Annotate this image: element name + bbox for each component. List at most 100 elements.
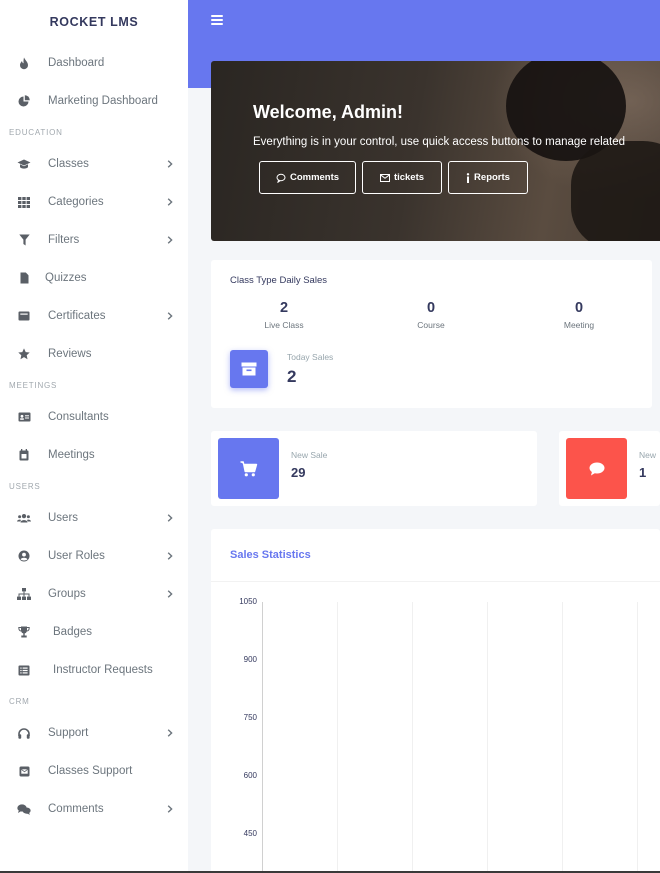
trophy-icon bbox=[17, 625, 31, 639]
welcome-title: Welcome, Admin! bbox=[253, 102, 404, 122]
reports-button[interactable]: Reports bbox=[448, 161, 528, 194]
envelope-icon bbox=[379, 173, 390, 182]
stat-course: 0 Course bbox=[386, 300, 476, 330]
comments-button-label: Comments bbox=[289, 172, 340, 183]
stat-label: Live Class bbox=[264, 320, 304, 330]
sidebar-item-label: Marketing Dashboard bbox=[48, 95, 158, 107]
calendar-icon bbox=[17, 448, 31, 462]
card-divider bbox=[211, 581, 660, 582]
sidebar-item-groups[interactable]: Groups bbox=[0, 575, 188, 613]
users-icon bbox=[17, 511, 31, 525]
comment-icon bbox=[566, 438, 627, 499]
new-comment-label: New bbox=[639, 450, 657, 460]
sidebar-item-label: Support bbox=[48, 727, 89, 739]
stat-label: Meeting bbox=[563, 320, 595, 330]
hero-background-shape bbox=[571, 141, 660, 241]
graduation-cap-icon bbox=[17, 157, 31, 171]
chevron-right-icon bbox=[167, 514, 173, 522]
new-sale-card[interactable]: New Sale 29 bbox=[211, 431, 537, 506]
reports-button-label: Reports bbox=[474, 172, 510, 183]
sidebar-item-label: Classes Support bbox=[48, 765, 133, 777]
card-title: Class Type Daily Sales bbox=[230, 275, 327, 286]
envelope-square-icon bbox=[17, 764, 31, 778]
sidebar-item-marketing-dashboard[interactable]: Marketing Dashboard bbox=[0, 82, 188, 120]
sales-statistics-card: Sales Statistics 1050 900 750 600 450 bbox=[211, 529, 660, 873]
y-tick-label: 900 bbox=[243, 655, 257, 664]
sidebar-item-instructor-requests[interactable]: Instructor Requests bbox=[0, 651, 188, 689]
chevron-right-icon bbox=[167, 590, 173, 598]
th-icon bbox=[17, 195, 31, 209]
new-comment-card[interactable]: New 1 bbox=[559, 431, 660, 506]
stat-meeting: 0 Meeting bbox=[534, 300, 624, 330]
headphones-icon bbox=[17, 726, 31, 740]
comments-icon bbox=[17, 802, 31, 816]
sidebar-item-reviews[interactable]: Reviews bbox=[0, 335, 188, 373]
y-tick-label: 600 bbox=[243, 771, 257, 780]
sidebar-item-label: Instructor Requests bbox=[53, 664, 153, 676]
comment-icon bbox=[276, 173, 286, 183]
sidebar-item-label: Reviews bbox=[48, 348, 92, 360]
y-axis-line bbox=[262, 602, 263, 873]
sidebar-item-support[interactable]: Support bbox=[0, 714, 188, 752]
gridline bbox=[337, 602, 338, 873]
chevron-right-icon bbox=[167, 160, 173, 168]
sidebar-item-categories[interactable]: Categories bbox=[0, 183, 188, 221]
chevron-right-icon bbox=[167, 312, 173, 320]
y-tick-label: 1050 bbox=[239, 597, 257, 606]
menu-header-users: USERS bbox=[9, 482, 41, 491]
sidebar: ROCKET LMS Dashboard Marketing Dashboard E… bbox=[0, 0, 188, 871]
file-icon bbox=[17, 271, 31, 285]
sidebar-item-classes-support[interactable]: Classes Support bbox=[0, 752, 188, 790]
class-type-daily-sales-card: Class Type Daily Sales 2 Live Class 0 Co… bbox=[211, 260, 652, 408]
sidebar-item-filters[interactable]: Filters bbox=[0, 221, 188, 259]
stat-value: 0 bbox=[574, 300, 584, 316]
sidebar-item-label: Filters bbox=[48, 234, 80, 246]
stat-label: Course bbox=[417, 320, 445, 330]
sidebar-item-classes[interactable]: Classes bbox=[0, 145, 188, 183]
today-sales-value: 2 bbox=[287, 367, 297, 386]
list-alt-icon bbox=[17, 663, 31, 677]
new-sale-value: 29 bbox=[291, 465, 306, 480]
y-tick-label: 750 bbox=[243, 713, 257, 722]
sidebar-item-label: Categories bbox=[48, 196, 104, 208]
sidebar-item-users[interactable]: Users bbox=[0, 499, 188, 537]
sidebar-item-certificates[interactable]: Certificates bbox=[0, 297, 188, 335]
fire-icon bbox=[17, 56, 31, 70]
sales-statistics-title[interactable]: Sales Statistics bbox=[230, 549, 311, 561]
stat-value: 0 bbox=[426, 300, 436, 316]
sidebar-item-badges[interactable]: Badges bbox=[0, 613, 188, 651]
sidebar-item-label: Quizzes bbox=[45, 272, 87, 284]
chevron-right-icon bbox=[167, 729, 173, 737]
hamburger-icon[interactable] bbox=[211, 15, 223, 25]
shopping-cart-icon bbox=[218, 438, 279, 499]
sidebar-item-quizzes[interactable]: Quizzes bbox=[0, 259, 188, 297]
brand-logo[interactable]: ROCKET LMS bbox=[0, 0, 188, 44]
sidebar-item-user-roles[interactable]: User Roles bbox=[0, 537, 188, 575]
tickets-button-label: tickets bbox=[393, 172, 425, 183]
menu-header-meetings: MEETINGS bbox=[9, 381, 58, 390]
chevron-right-icon bbox=[167, 552, 173, 560]
sidebar-item-label: Badges bbox=[53, 626, 93, 638]
gridline bbox=[562, 602, 563, 873]
sidebar-item-label: Classes bbox=[48, 158, 89, 170]
sidebar-item-dashboard[interactable]: Dashboard bbox=[0, 44, 188, 82]
new-sale-label: New Sale bbox=[291, 450, 328, 460]
sidebar-nav: Dashboard Marketing Dashboard EDUCATION Cla… bbox=[0, 44, 188, 828]
certificate-icon bbox=[17, 309, 31, 323]
sidebar-item-label: User Roles bbox=[48, 550, 105, 562]
tickets-button[interactable]: tickets bbox=[362, 161, 442, 194]
gridline bbox=[637, 602, 638, 873]
comments-button[interactable]: Comments bbox=[259, 161, 356, 194]
chevron-right-icon bbox=[167, 198, 173, 206]
sidebar-item-label: Consultants bbox=[48, 411, 109, 423]
sidebar-item-comments[interactable]: Comments bbox=[0, 790, 188, 828]
y-tick-label: 450 bbox=[243, 829, 257, 838]
gridline bbox=[412, 602, 413, 873]
sidebar-item-meetings[interactable]: Meetings bbox=[0, 436, 188, 474]
star-icon bbox=[17, 347, 31, 361]
gridline bbox=[487, 602, 488, 873]
filter-icon bbox=[17, 233, 31, 247]
user-circle-icon bbox=[17, 549, 31, 563]
sidebar-item-consultants[interactable]: Consultants bbox=[0, 398, 188, 436]
info-icon bbox=[466, 172, 470, 183]
